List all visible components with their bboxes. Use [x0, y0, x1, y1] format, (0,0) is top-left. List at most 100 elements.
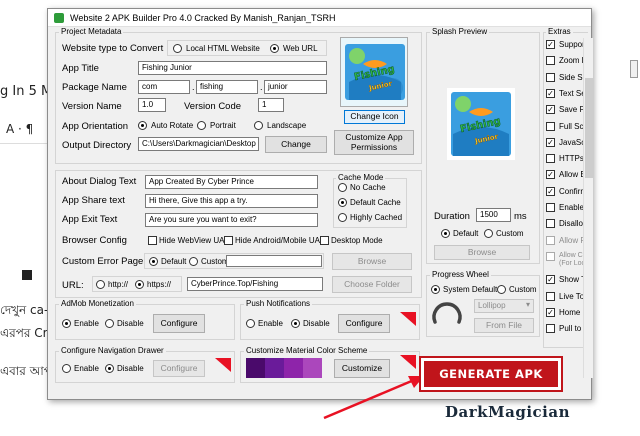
extras-checkbox[interactable] [546, 324, 555, 334]
color-swatch[interactable] [284, 358, 303, 378]
check-desktop-mode[interactable] [320, 236, 329, 245]
about-dialog-input[interactable]: App Created By Cyber Prince [145, 175, 318, 189]
cache-mode-label: Cache Mode [336, 173, 386, 182]
extras-checkbox[interactable] [546, 251, 555, 261]
admob-configure-button[interactable]: Configure [153, 314, 205, 333]
extras-item[interactable]: Allow Fi [546, 234, 584, 248]
error-page-browse-button[interactable]: Browse [332, 253, 412, 270]
app-share-input[interactable]: Hi there, Give this app a try. [145, 194, 318, 208]
page-scrollbar[interactable] [630, 60, 638, 78]
radio-push-disable[interactable] [291, 319, 300, 328]
customize-permissions-button[interactable]: Customize App Permissions [334, 130, 414, 155]
radio-http[interactable] [96, 280, 105, 289]
extras-checkbox[interactable] [546, 137, 555, 147]
extras-item[interactable]: Side Sc [546, 71, 584, 85]
radio-splash-default[interactable] [441, 229, 450, 238]
extras-item[interactable]: Save Fo [546, 103, 584, 117]
radio-progress-system[interactable] [431, 285, 440, 294]
extras-item[interactable]: Text Se [546, 87, 584, 101]
push-configure-button[interactable]: Configure [338, 314, 390, 333]
extras-item[interactable]: Enable C [546, 201, 584, 215]
radio-default-cache[interactable] [338, 198, 347, 207]
radio-nav-disable[interactable] [105, 364, 114, 373]
radio-web-url[interactable] [270, 44, 279, 53]
progress-style-dropdown[interactable]: Lollipop ▾ [474, 299, 534, 313]
radio-highly-cached[interactable] [338, 213, 347, 222]
radio-local-html[interactable] [173, 44, 182, 53]
extras-checkbox[interactable] [546, 121, 555, 131]
error-page-path-input[interactable] [226, 255, 322, 267]
splash-browse-button[interactable]: Browse [434, 245, 530, 260]
radio-landscape[interactable] [254, 121, 263, 130]
extras-item[interactable]: Allow Cr (For Loc [546, 250, 584, 272]
extras-checkbox[interactable] [546, 235, 555, 245]
push-corner-flag [400, 312, 416, 326]
extras-checkbox[interactable] [546, 203, 555, 212]
extras-item[interactable]: Zoom B [546, 54, 584, 68]
color-swatch[interactable] [265, 358, 284, 378]
extras-checkbox[interactable] [546, 40, 555, 49]
extras-scrollbar[interactable] [583, 38, 593, 378]
radio-error-custom[interactable] [189, 257, 198, 266]
generate-apk-button[interactable]: GENERATE APK [419, 356, 563, 392]
url-input[interactable]: CyberPrince.Top/Fishing [187, 277, 323, 291]
extras-checkbox[interactable] [546, 72, 555, 82]
app-exit-input[interactable]: Are you sure you want to exit? [145, 213, 318, 227]
radio-no-cache[interactable] [338, 183, 347, 192]
package-part-3-input[interactable]: junior [264, 80, 327, 94]
extras-checkbox[interactable] [546, 186, 555, 196]
background-text-line-1: দেখুন ca- [0, 303, 49, 317]
extras-item[interactable]: Pull to R [546, 322, 584, 336]
extras-checkbox[interactable] [546, 219, 555, 229]
radio-portrait[interactable] [197, 121, 206, 130]
package-part-2-input[interactable]: fishing [196, 80, 258, 94]
extras-checkbox[interactable] [546, 275, 555, 285]
version-name-input[interactable]: 1.0 [138, 98, 166, 112]
extras-item[interactable]: Live Tor [546, 290, 584, 304]
duration-input[interactable]: 1500 [476, 208, 511, 222]
extras-checkbox[interactable] [546, 291, 555, 301]
extras-item[interactable]: HTTPs C [546, 152, 584, 166]
radio-error-default[interactable] [149, 257, 158, 266]
change-directory-button[interactable]: Change [265, 136, 327, 153]
title-bar[interactable]: Website 2 APK Builder Pro 4.0 Cracked By… [48, 9, 591, 27]
progress-from-file-button[interactable]: From File [474, 318, 534, 333]
extras-item-label: Home Bt [559, 307, 584, 317]
radio-nav-enable[interactable] [62, 364, 71, 373]
extras-item[interactable]: Disallow [546, 217, 584, 231]
radio-http-label: http:// [108, 280, 129, 289]
output-directory-input[interactable]: C:\Users\Darkmagician\Desktop [138, 137, 259, 151]
app-title-input[interactable]: Fishing Junior [138, 61, 327, 75]
extras-item[interactable]: Home Bt [546, 306, 584, 320]
radio-https[interactable] [135, 280, 144, 289]
extras-item[interactable]: Confirm [546, 185, 584, 199]
package-part-1-input[interactable]: com [138, 80, 190, 94]
extras-checkbox[interactable] [546, 56, 555, 66]
radio-push-enable[interactable] [246, 319, 255, 328]
extras-scroll-thumb[interactable] [585, 78, 593, 178]
radio-splash-custom[interactable] [484, 229, 493, 238]
extras-checkbox[interactable] [546, 170, 555, 180]
extras-checkbox[interactable] [546, 307, 555, 317]
extras-checkbox[interactable] [546, 88, 555, 98]
radio-progress-custom[interactable] [497, 285, 506, 294]
version-code-input[interactable]: 1 [258, 98, 284, 112]
check-hide-android-ua[interactable] [224, 236, 233, 245]
check-hide-webview-ua[interactable] [148, 236, 157, 245]
extras-item[interactable]: Full Scr [546, 120, 584, 134]
radio-auto-rotate[interactable] [138, 121, 147, 130]
extras-item[interactable]: Allow Ex [546, 168, 584, 182]
nav-configure-button[interactable]: Configure [153, 360, 205, 377]
extras-item[interactable]: Support [546, 38, 584, 52]
extras-checkbox[interactable] [546, 154, 555, 164]
color-swatch-strip[interactable] [246, 358, 322, 378]
radio-admob-disable[interactable] [105, 319, 114, 328]
choose-folder-button[interactable]: Choose Folder [332, 276, 412, 293]
extras-checkbox[interactable] [546, 105, 555, 115]
extras-item[interactable]: JavaScri [546, 136, 584, 150]
radio-landscape-label: Landscape [267, 121, 307, 130]
radio-admob-enable[interactable] [62, 319, 71, 328]
change-icon-button[interactable]: Change Icon [344, 110, 405, 124]
extras-item[interactable]: Show To [546, 273, 584, 287]
color-swatch[interactable] [246, 358, 265, 378]
